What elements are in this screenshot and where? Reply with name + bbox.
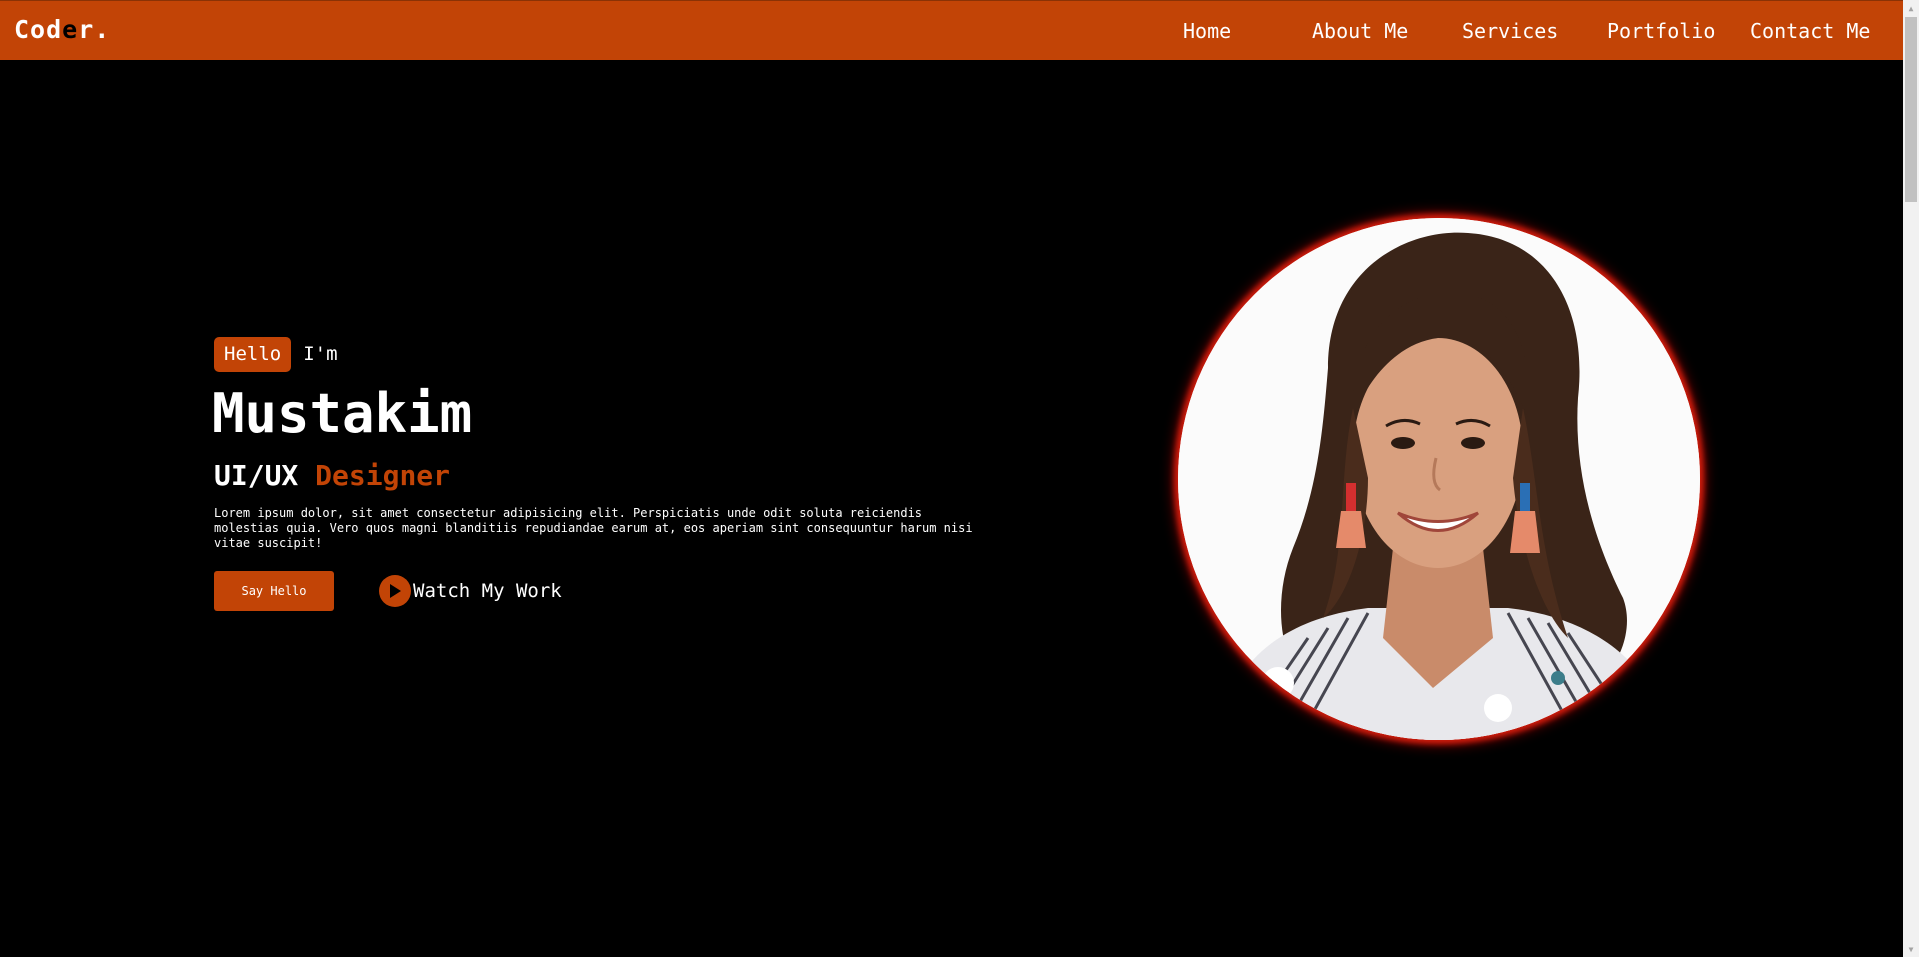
hero-name: Mustakim [212, 382, 473, 445]
page: Coder. Home About Me Services Portfolio … [0, 0, 1919, 957]
logo[interactable]: Coder. [14, 15, 110, 44]
role-prefix: UI/UX [214, 459, 299, 492]
greeting-suffix: I'm [303, 343, 338, 366]
profile-photo [1178, 218, 1700, 740]
watch-my-work-link[interactable]: Watch My Work [379, 575, 562, 607]
nav-link-portfolio[interactable]: Portfolio [1607, 19, 1715, 43]
greeting: Hello I'm [214, 337, 338, 372]
logo-text-start: Cod [14, 15, 63, 44]
hero-description: Lorem ipsum dolor, sit amet consectetur … [214, 506, 973, 550]
nav-link-contact-me[interactable]: Contact Me [1750, 19, 1870, 43]
nav-link-about-me[interactable]: About Me [1312, 19, 1408, 43]
hero-role: UI/UX Designer [214, 459, 450, 492]
vertical-scrollbar[interactable]: ▲ ▼ [1903, 0, 1919, 957]
navbar: Coder. Home About Me Services Portfolio … [0, 0, 1903, 60]
nav-link-services[interactable]: Services [1462, 19, 1558, 43]
nav-link-home[interactable]: Home [1183, 19, 1231, 43]
hello-badge: Hello [214, 337, 292, 372]
chevron-down-icon[interactable]: ▼ [1903, 941, 1919, 957]
logo-text-accent: e [62, 15, 79, 44]
watch-my-work-label: Watch My Work [413, 580, 562, 602]
logo-text-end: r. [78, 15, 111, 44]
play-icon[interactable] [379, 575, 411, 607]
role-accent: Designer [315, 459, 451, 492]
say-hello-button[interactable]: Say Hello [214, 571, 334, 611]
profile-photo-illustration [1178, 218, 1700, 740]
scrollbar-thumb[interactable] [1905, 17, 1917, 202]
chevron-up-icon[interactable]: ▲ [1903, 0, 1919, 16]
